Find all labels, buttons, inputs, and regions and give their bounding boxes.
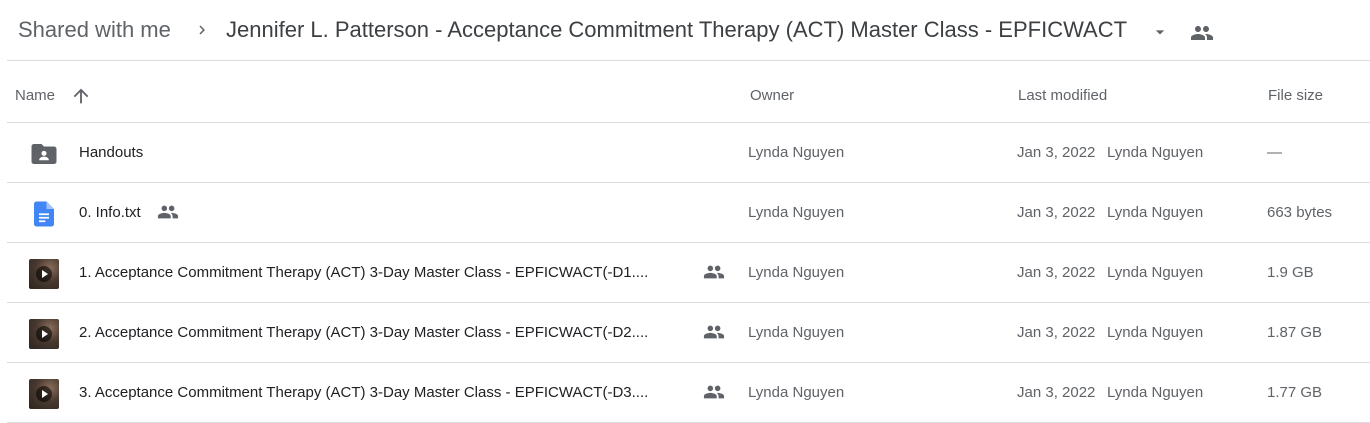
file-name: 0. Info.txt xyxy=(79,204,141,221)
breadcrumb: Shared with me Jennifer L. Patterson - A… xyxy=(0,0,1370,60)
arrow-drop-down-icon[interactable] xyxy=(1150,22,1170,42)
file-modified-by: Lynda Nguyen xyxy=(1107,324,1204,341)
file-owner: Lynda Nguyen xyxy=(748,384,845,401)
file-row-video-d3[interactable]: 3. Acceptance Commitment Therapy (ACT) 3… xyxy=(7,363,1370,423)
people-icon xyxy=(703,325,725,339)
file-size: — xyxy=(1267,144,1282,161)
file-name: 1. Acceptance Commitment Therapy (ACT) 3… xyxy=(79,264,649,281)
file-modified-by: Lynda Nguyen xyxy=(1107,204,1204,221)
video-thumbnail-icon xyxy=(29,379,59,409)
shared-folder-icon xyxy=(31,144,57,164)
file-name: 2. Acceptance Commitment Therapy (ACT) 3… xyxy=(79,324,649,341)
breadcrumb-current-folder[interactable]: Jennifer L. Patterson - Acceptance Commi… xyxy=(226,17,1127,43)
people-icon xyxy=(703,385,725,399)
column-header-owner: Owner xyxy=(750,87,795,104)
file-modified-date: Jan 3, 2022 xyxy=(1017,144,1096,161)
people-icon xyxy=(1191,26,1213,40)
google-docs-icon xyxy=(34,201,54,227)
file-row-video-d1[interactable]: 1. Acceptance Commitment Therapy (ACT) 3… xyxy=(7,243,1370,303)
file-owner: Lynda Nguyen xyxy=(748,264,845,281)
file-modified-date: Jan 3, 2022 xyxy=(1017,384,1096,401)
people-icon xyxy=(157,205,179,219)
video-thumbnail-icon xyxy=(29,319,59,349)
file-name: 3. Acceptance Commitment Therapy (ACT) 3… xyxy=(79,384,649,401)
file-modified-by: Lynda Nguyen xyxy=(1107,144,1204,161)
file-modified-date: Jan 3, 2022 xyxy=(1017,324,1096,341)
file-row-handouts[interactable]: Handouts Lynda Nguyen Jan 3, 2022 Lynda … xyxy=(7,123,1370,183)
file-name: Handouts xyxy=(79,144,144,161)
file-modified-date: Jan 3, 2022 xyxy=(1017,204,1096,221)
breadcrumb-shared-with-me[interactable]: Shared with me xyxy=(18,17,171,43)
file-size: 663 bytes xyxy=(1267,204,1333,221)
file-modified-date: Jan 3, 2022 xyxy=(1017,264,1096,281)
file-modified-by: Lynda Nguyen xyxy=(1107,264,1204,281)
arrow-up-icon[interactable] xyxy=(70,85,92,107)
play-icon xyxy=(36,266,52,282)
video-thumbnail-icon xyxy=(29,259,59,289)
file-row-video-d2[interactable]: 2. Acceptance Commitment Therapy (ACT) 3… xyxy=(7,303,1370,363)
chevron-right-icon xyxy=(199,25,205,35)
file-owner: Lynda Nguyen xyxy=(748,204,845,221)
play-icon xyxy=(36,326,52,342)
file-row-info-txt[interactable]: 0. Info.txt Lynda Nguyen Jan 3, 2022 Lyn… xyxy=(7,183,1370,243)
column-header-file-size[interactable]: File size xyxy=(1268,87,1323,104)
column-header-last-modified[interactable]: Last modified xyxy=(1018,87,1107,104)
file-list-header: Name Owner Last modified File size xyxy=(7,61,1370,123)
column-header-name[interactable]: Name xyxy=(15,87,55,104)
play-icon xyxy=(36,386,52,402)
file-modified-by: Lynda Nguyen xyxy=(1107,384,1204,401)
file-size: 1.77 GB xyxy=(1267,384,1323,401)
file-owner: Lynda Nguyen xyxy=(748,144,845,161)
file-size: 1.87 GB xyxy=(1267,324,1323,341)
file-size: 1.9 GB xyxy=(1267,264,1314,281)
file-owner: Lynda Nguyen xyxy=(748,324,845,341)
people-icon xyxy=(703,265,725,279)
